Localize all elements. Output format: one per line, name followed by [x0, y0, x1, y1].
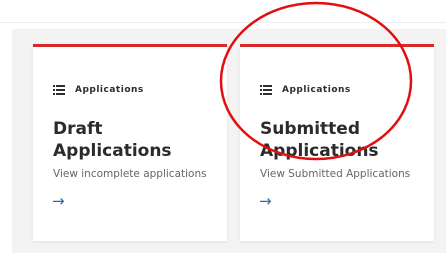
- card-title: Draft Applications: [53, 119, 172, 161]
- draft-applications-card[interactable]: Applications Draft Applications View inc…: [33, 44, 227, 241]
- list-icon: [260, 85, 272, 95]
- card-category-label: Applications: [282, 85, 351, 95]
- card-category-label: Applications: [75, 85, 144, 95]
- arrow-right-icon[interactable]: →: [259, 192, 272, 210]
- arrow-right-icon[interactable]: →: [52, 192, 65, 210]
- submitted-applications-card[interactable]: Applications Submitted Applications View…: [240, 44, 434, 241]
- card-description: View incomplete applications: [53, 168, 207, 180]
- card-description: View Submitted Applications: [260, 168, 411, 180]
- list-icon: [53, 85, 65, 95]
- top-divider: [0, 22, 446, 23]
- card-category: Applications: [260, 85, 351, 95]
- card-title: Submitted Applications: [260, 119, 379, 161]
- card-category: Applications: [53, 85, 144, 95]
